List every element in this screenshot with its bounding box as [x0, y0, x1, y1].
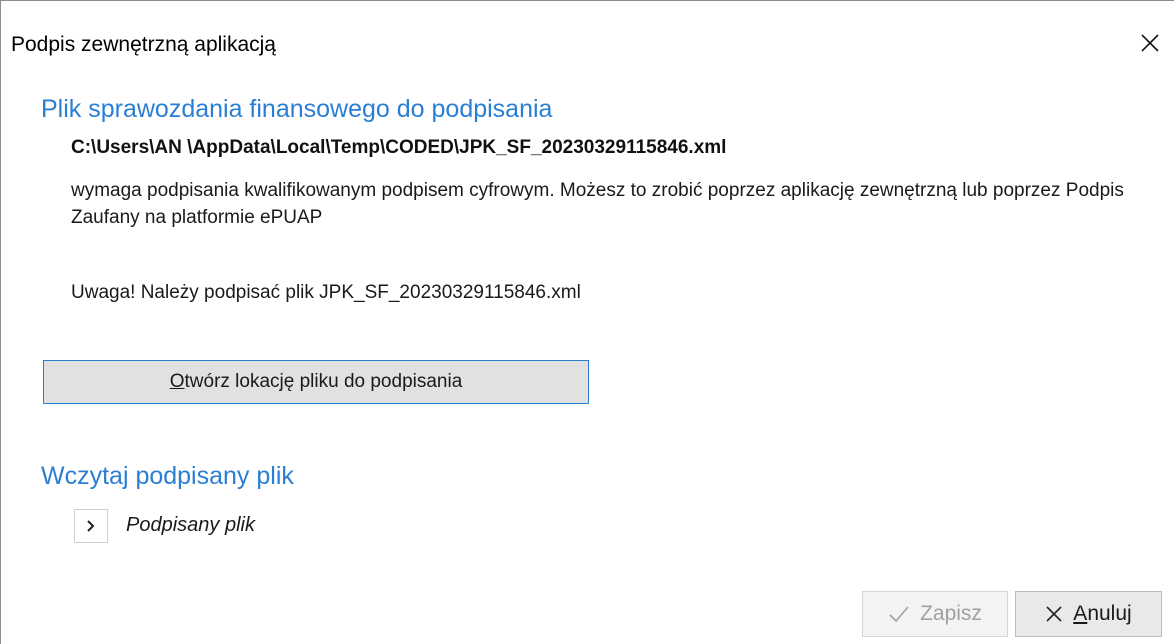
load-section-heading: Wczytaj podpisany plik [41, 462, 294, 490]
save-button-label: Zapisz [920, 602, 982, 625]
save-button[interactable]: Zapisz [862, 591, 1008, 637]
window-title: Podpis zewnętrzną aplikacją [11, 33, 276, 56]
close-button[interactable] [1130, 23, 1170, 63]
cancel-button-label: Anuluj [1073, 602, 1131, 626]
file-section-heading: Plik sprawozdania finansowego do podpisa… [41, 95, 553, 123]
cancel-button-label-rest: nuluj [1087, 602, 1132, 625]
open-file-location-button[interactable]: Otwórz lokację pliku do podpisania [43, 360, 589, 404]
chevron-right-icon [87, 520, 95, 532]
close-icon [1141, 34, 1159, 52]
file-path: C:\Users\AN \AppData\Local\Temp\CODED\JP… [71, 137, 727, 158]
dialog-window: Podpis zewnętrzną aplikacją Plik sprawoz… [0, 0, 1174, 644]
checkmark-icon [889, 606, 909, 623]
x-icon [1046, 606, 1062, 622]
open-button-accelerator: O [169, 371, 185, 392]
open-button-label: twórz lokację pliku do podpisania [184, 371, 463, 392]
signed-file-label[interactable]: Podpisany plik [126, 514, 255, 537]
file-description: wymaga podpisania kwalifikowanym podpise… [71, 180, 1124, 228]
title-bar: Podpis zewnętrzną aplikacją [1, 1, 1174, 81]
cancel-button-accelerator: A [1073, 602, 1088, 625]
signed-file-expander[interactable] [74, 509, 108, 543]
cancel-button[interactable]: Anuluj [1015, 591, 1162, 637]
warning-text: Uwaga! Należy podpisać plik JPK_SF_20230… [71, 282, 581, 303]
